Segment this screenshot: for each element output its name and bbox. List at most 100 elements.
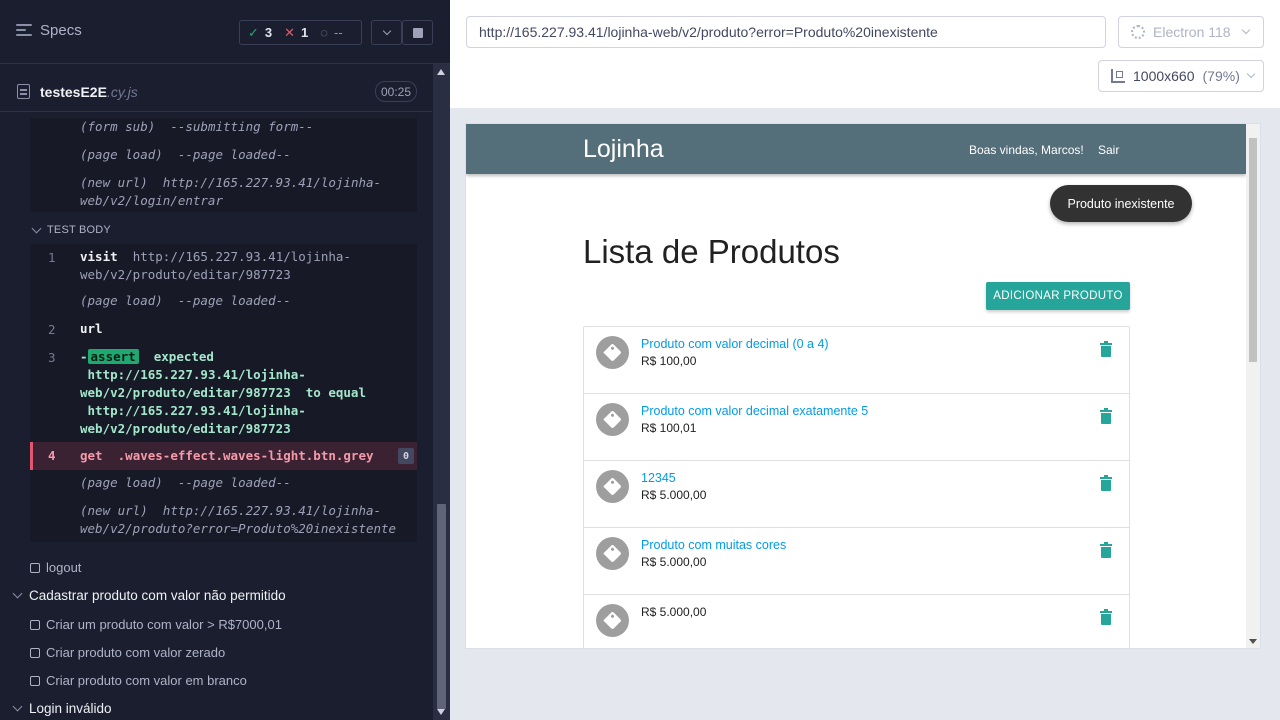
chevron-down-icon: [31, 223, 42, 233]
scroll-down-icon[interactable]: [1249, 639, 1257, 644]
product-price: R$ 5.000,00: [641, 488, 707, 502]
scrollbar-thumb[interactable]: [1249, 138, 1257, 362]
chevron-down-icon: [382, 26, 391, 35]
tag-icon: [603, 544, 622, 563]
checkbox-icon: [30, 675, 40, 686]
product-list: Produto com valor decimal (0 a 4) R$ 100…: [583, 326, 1130, 648]
aut-panel: http://165.227.93.41/lojinha-web/v2/prod…: [450, 0, 1280, 720]
cmd-number: 4: [48, 448, 56, 463]
tag-icon: [603, 477, 622, 496]
assert-badge: assert: [87, 349, 139, 364]
product-title-link[interactable]: Produto com valor decimal (0 a 4): [641, 337, 829, 351]
spec-file-header[interactable]: testesE2E.cy.js: [0, 72, 432, 112]
spec-file-name: testesE2E.cy.js: [40, 84, 138, 100]
url-bar[interactable]: http://165.227.93.41/lojinha-web/v2/prod…: [466, 16, 1106, 48]
tag-icon: [603, 343, 622, 362]
cmd-page-load[interactable]: (page load) --page loaded--: [80, 292, 291, 310]
product-price: R$ 100,01: [641, 421, 697, 435]
avatar: [596, 470, 629, 503]
stop-icon: [412, 27, 423, 38]
delete-icon[interactable]: [1100, 408, 1112, 424]
product-title-link[interactable]: Produto com muitas cores: [641, 538, 786, 552]
cmd-page-load[interactable]: (page load) --page loaded--: [80, 146, 291, 164]
viewport-selector[interactable]: 1000x660 (79%): [1098, 60, 1264, 92]
specs-toggle[interactable]: Specs: [16, 22, 82, 39]
list-item: Produto com muitas cores R$ 5.000,00: [584, 528, 1129, 595]
suite-login-invalido[interactable]: Login inválido: [12, 701, 112, 716]
cmd-form-sub[interactable]: (form sub) --submitting form--: [80, 118, 313, 136]
browser-label: Electron 118: [1153, 24, 1231, 40]
tag-icon: [603, 611, 622, 630]
add-product-button[interactable]: ADICIONAR PRODUTO: [986, 282, 1130, 310]
delete-icon[interactable]: [1100, 542, 1112, 558]
aut-iframe: Lojinha Boas vindas, Marcos! Sair Produt…: [466, 124, 1260, 648]
test-item-logout[interactable]: logout: [30, 560, 81, 575]
list-item: Produto com valor decimal (0 a 4) R$ 100…: [584, 327, 1129, 394]
failed-icon: ✕: [284, 24, 296, 40]
command-log-scrollbar[interactable]: [433, 64, 450, 720]
cmd-get[interactable]: get .waves-effect.waves-light.btn.grey: [80, 448, 374, 463]
browser-selector[interactable]: Electron 118: [1118, 16, 1264, 48]
specs-label: Specs: [40, 22, 82, 39]
test-stats: ✓ 3 ✕ 1 ◌ --: [239, 20, 362, 45]
tag-icon: [603, 410, 622, 429]
chevron-down-icon: [1241, 25, 1250, 35]
element-count-badge: 0: [398, 448, 414, 464]
product-title-link[interactable]: Produto com valor decimal exatamente 5: [641, 404, 868, 418]
cmd-number: 1: [48, 250, 56, 265]
test-item-valor-branco[interactable]: Criar produto com valor em branco: [30, 673, 247, 688]
menu-icon: [16, 24, 32, 37]
cmd-page-load[interactable]: (page load) --page loaded--: [80, 474, 291, 492]
pending-icon: ◌: [320, 25, 329, 40]
aut-scrollbar[interactable]: [1246, 124, 1260, 648]
pending-count: --: [334, 25, 343, 40]
test-item-valor-maior[interactable]: Criar um produto com valor > R$7000,01: [30, 617, 282, 632]
chevron-down-icon: [12, 588, 23, 599]
runner-topbar: Specs ✓ 3 ✕ 1 ◌ --: [0, 0, 450, 64]
scroll-up-icon[interactable]: [437, 69, 445, 75]
list-item: R$ 5.000,00: [584, 595, 1129, 648]
product-price: R$ 100,00: [641, 354, 697, 368]
browser-icon: [1131, 25, 1145, 39]
test-item-valor-zerado[interactable]: Criar produto com valor zerado: [30, 645, 225, 660]
delete-icon[interactable]: [1100, 475, 1112, 491]
brand-logo[interactable]: Lojinha: [583, 135, 664, 164]
stop-button[interactable]: [402, 20, 433, 45]
cmd-url[interactable]: url: [80, 320, 103, 338]
cmd-visit[interactable]: visit http://165.227.93.41/lojinha-web/v…: [80, 248, 351, 284]
delete-icon[interactable]: [1100, 609, 1112, 625]
delete-icon[interactable]: [1100, 341, 1112, 357]
avatar: [596, 403, 629, 436]
product-price: R$ 5.000,00: [641, 605, 707, 619]
avatar: [596, 604, 629, 637]
chevron-down-icon: [12, 701, 23, 712]
passed-icon: ✓: [248, 24, 259, 40]
checkbox-icon: [30, 562, 40, 573]
page-title: Lista de Produtos: [583, 233, 840, 270]
aut-header: http://165.227.93.41/lojinha-web/v2/prod…: [450, 0, 1280, 108]
scrollbar-thumb[interactable]: [437, 504, 446, 709]
cmd-assert[interactable]: - assert expected http://165.227.93.41/lo…: [80, 348, 366, 438]
error-toast: Produto inexistente: [1050, 185, 1192, 222]
logout-link[interactable]: Sair: [1098, 143, 1119, 157]
cmd-new-url[interactable]: (new url) http://165.227.93.41/lojinha-w…: [80, 502, 396, 538]
test-body-toggle[interactable]: TEST BODY: [31, 223, 111, 236]
chevron-down-icon: [1246, 69, 1256, 79]
product-title-link[interactable]: 12345: [641, 471, 676, 485]
list-item: Produto com valor decimal exatamente 5 R…: [584, 394, 1129, 461]
expand-button[interactable]: [371, 20, 402, 45]
app-navbar: Lojinha Boas vindas, Marcos! Sair: [466, 124, 1246, 174]
welcome-text: Boas vindas, Marcos!: [969, 143, 1084, 157]
cmd-new-url[interactable]: (new url) http://165.227.93.41/lojinha-w…: [80, 174, 381, 210]
avatar: [596, 336, 629, 369]
failed-count: 1: [301, 25, 309, 40]
viewport-size: 1000x660: [1133, 68, 1195, 84]
suite-cadastrar[interactable]: Cadastrar produto com valor não permitid…: [12, 588, 286, 603]
list-item: 12345 R$ 5.000,00: [584, 461, 1129, 528]
cmd-number: 2: [48, 322, 56, 337]
run-duration: 00:25: [375, 81, 417, 102]
product-price: R$ 5.000,00: [641, 555, 707, 569]
scroll-down-icon[interactable]: [437, 709, 445, 715]
passed-count: 3: [264, 25, 273, 40]
checkbox-icon: [30, 619, 40, 630]
